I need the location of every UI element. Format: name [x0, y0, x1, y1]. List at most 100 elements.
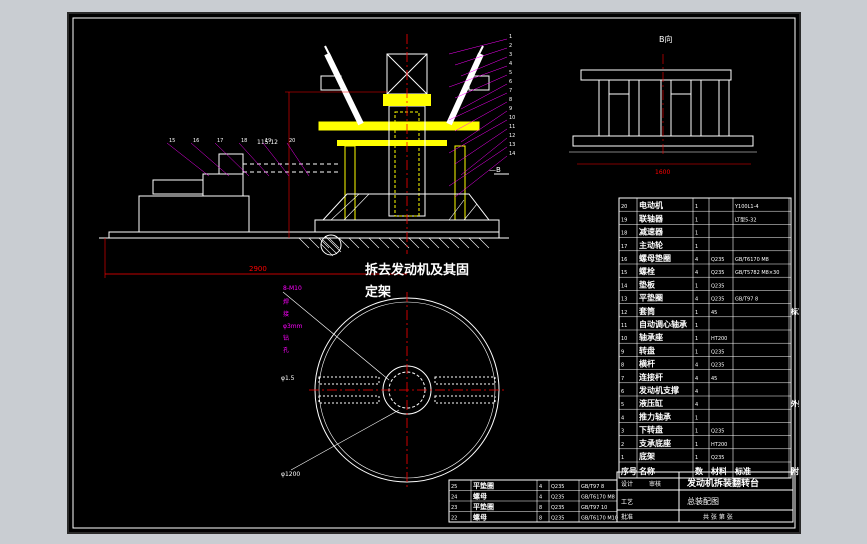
table-cell: 18	[621, 231, 627, 237]
table-cell: 螺栓	[639, 266, 655, 276]
table-row: 25 平垫圈 4 Q235 GB/T97 8	[451, 481, 604, 490]
phi-leader	[290, 409, 400, 471]
table-cell: 14	[621, 283, 627, 289]
table-row: 18 减速器 1	[621, 227, 698, 237]
reducer-box	[202, 173, 244, 197]
leader-number: 6	[509, 79, 512, 85]
leader-line	[166, 142, 210, 177]
table-cell: Q235	[711, 270, 724, 276]
table-cell: 7	[621, 376, 624, 382]
b-column-5	[718, 79, 730, 137]
table-cell: GB/T97 10	[581, 505, 607, 511]
table-cell: Q235	[711, 429, 724, 435]
leader-line	[262, 142, 290, 177]
table-cell: 自动调心轴承	[639, 319, 687, 329]
table-cell: 主动轮	[639, 240, 663, 250]
tb-sheet: 共 张 第 张	[703, 513, 733, 521]
table-cell: 4	[621, 415, 624, 421]
table-cell: HT200	[711, 336, 727, 342]
foundation-hatch	[320, 235, 342, 257]
table-row: 11 自动调心轴承 1	[621, 319, 698, 329]
table-row: 15 螺栓 4 Q235 GB/T5782 M8×30	[621, 266, 779, 276]
side-note: 孔	[283, 346, 289, 354]
table-cell: 垫板	[639, 279, 656, 289]
table-cell: 1	[695, 349, 698, 355]
table-cell: 螺母垫圈	[639, 253, 671, 263]
table-cell: 支承底座	[638, 438, 671, 448]
leader-number: 5	[509, 70, 512, 76]
drawing-sheet: 2900 115.12 —B 1 2 3 4 5 6 7 8 9 10 11 12 13 14 15 16 17…	[67, 12, 801, 534]
tb-title: 发动机拆装翻转台	[686, 477, 759, 489]
table-cell: 8	[539, 516, 542, 522]
leader-number: 2	[509, 43, 512, 49]
table-cell: 1	[695, 442, 698, 448]
table-header: 标准	[734, 466, 751, 476]
b-view-label: B向	[659, 34, 673, 44]
tb-label-design: 设计	[621, 480, 633, 488]
lower-parts-list: 25 平垫圈 4 Q235 GB/T97 824 螺母 4 Q235 GB/T6170 M823…	[448, 479, 618, 523]
table-cell: 平垫圈	[473, 481, 494, 490]
table-cell: LT型5-32	[735, 216, 757, 223]
table-cell: 4	[695, 270, 698, 276]
table-row: 13 平垫圈 4 Q235 GB/T97 8	[621, 293, 758, 303]
table-header: 附注	[791, 466, 799, 476]
table-cell: 发动机支撑	[638, 385, 679, 395]
table-row: 24 螺母 4 Q235 GB/T6170 M8	[451, 492, 615, 501]
leader-number: 4	[509, 61, 512, 67]
left-cylinder	[324, 52, 364, 126]
leader-15: 15	[166, 138, 210, 177]
table-cell: 10	[621, 336, 627, 342]
table-cell: Q235	[551, 505, 564, 511]
table-cell: 13	[621, 297, 627, 303]
phi-left: φ1.5	[281, 375, 295, 382]
table-cell: 横杆	[639, 359, 655, 369]
table-cell: 1	[695, 310, 698, 316]
view-title-line1: 拆去发动机及其固	[365, 262, 469, 278]
table-cell: 联轴器	[639, 213, 664, 223]
leader-line	[460, 56, 508, 77]
table-cell: 15	[621, 270, 627, 276]
table-cell: 4	[695, 389, 698, 395]
leader-number: 1	[509, 34, 512, 40]
table-cell: 16	[621, 257, 627, 263]
leader-line	[454, 74, 508, 99]
table-cell: 4	[539, 495, 542, 501]
leader-number: 20	[289, 138, 295, 144]
phi-outer: φ1200	[281, 471, 300, 478]
leader-20: 20	[286, 138, 310, 177]
slot-left-bottom	[318, 395, 380, 404]
table-row: 6 发动机支撑 4	[621, 385, 698, 395]
tb-subtitle: 总装配图	[687, 496, 719, 506]
leader-number: 17	[217, 138, 223, 144]
b-view: B向 1600	[569, 34, 757, 176]
table-row: 5 液压缸 4 外购	[621, 398, 799, 408]
table-cell: Q235	[551, 495, 564, 501]
table-cell: 螺母	[473, 492, 487, 501]
leader-line	[190, 142, 230, 177]
table-cell: 6	[621, 389, 624, 395]
table-cell: 1	[695, 455, 698, 461]
leader-number: 16	[193, 138, 199, 144]
electric-motor	[152, 179, 204, 195]
b-column-1	[598, 79, 610, 137]
base-beam	[108, 231, 500, 239]
leader-number: 15	[169, 138, 175, 144]
table-header: 材料	[711, 466, 727, 476]
b-dim-text: 1600	[655, 169, 670, 176]
table-cell: 1	[695, 217, 698, 223]
table-cell: 1	[695, 429, 698, 435]
table-cell: 1	[695, 323, 698, 329]
bolt-leader	[282, 291, 390, 381]
table-row: 23 平垫圈 8 Q235 GB/T97 10	[451, 502, 607, 511]
table-header: 序号	[621, 466, 637, 476]
table-cell: 底架	[638, 451, 655, 461]
tb-label-approve: 批准	[621, 513, 633, 521]
table-row: 4 推力轴承 1	[621, 411, 698, 421]
table-row: 7 连接杆 4 45	[621, 372, 717, 382]
table-cell: 45	[711, 376, 717, 382]
leader-13: 13	[448, 142, 515, 187]
leader-number: 19	[265, 138, 271, 144]
table-cell: 22	[451, 516, 457, 522]
side-notes: 焊接 φ3mm 钻孔	[283, 298, 303, 354]
right-cylinder	[446, 52, 484, 126]
